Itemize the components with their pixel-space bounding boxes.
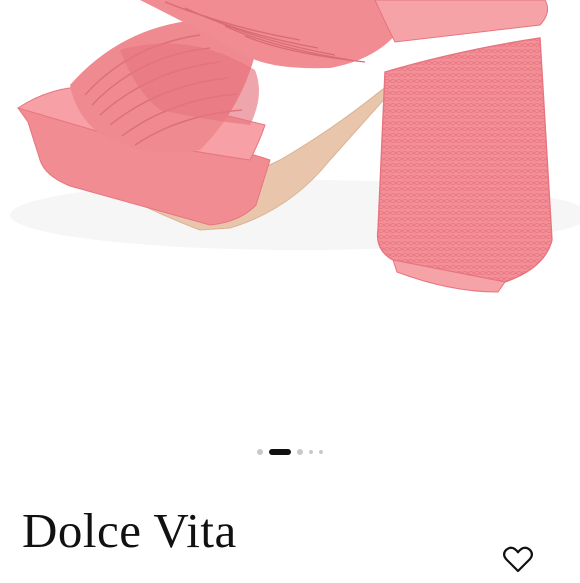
product-photo xyxy=(10,0,580,293)
pagination-dot-4[interactable] xyxy=(309,450,313,454)
pagination-dot-5[interactable] xyxy=(319,450,323,454)
heart-outline-icon xyxy=(503,546,533,573)
pagination-dot-1[interactable] xyxy=(257,449,263,455)
product-brand[interactable]: Dolce Vita xyxy=(22,506,237,555)
pagination-dot-3[interactable] xyxy=(297,449,303,455)
product-image-gallery[interactable] xyxy=(0,0,580,430)
pagination-dot-2-active[interactable] xyxy=(269,449,291,455)
image-pagination-dots xyxy=(0,446,580,458)
favorite-button[interactable] xyxy=(500,542,536,578)
